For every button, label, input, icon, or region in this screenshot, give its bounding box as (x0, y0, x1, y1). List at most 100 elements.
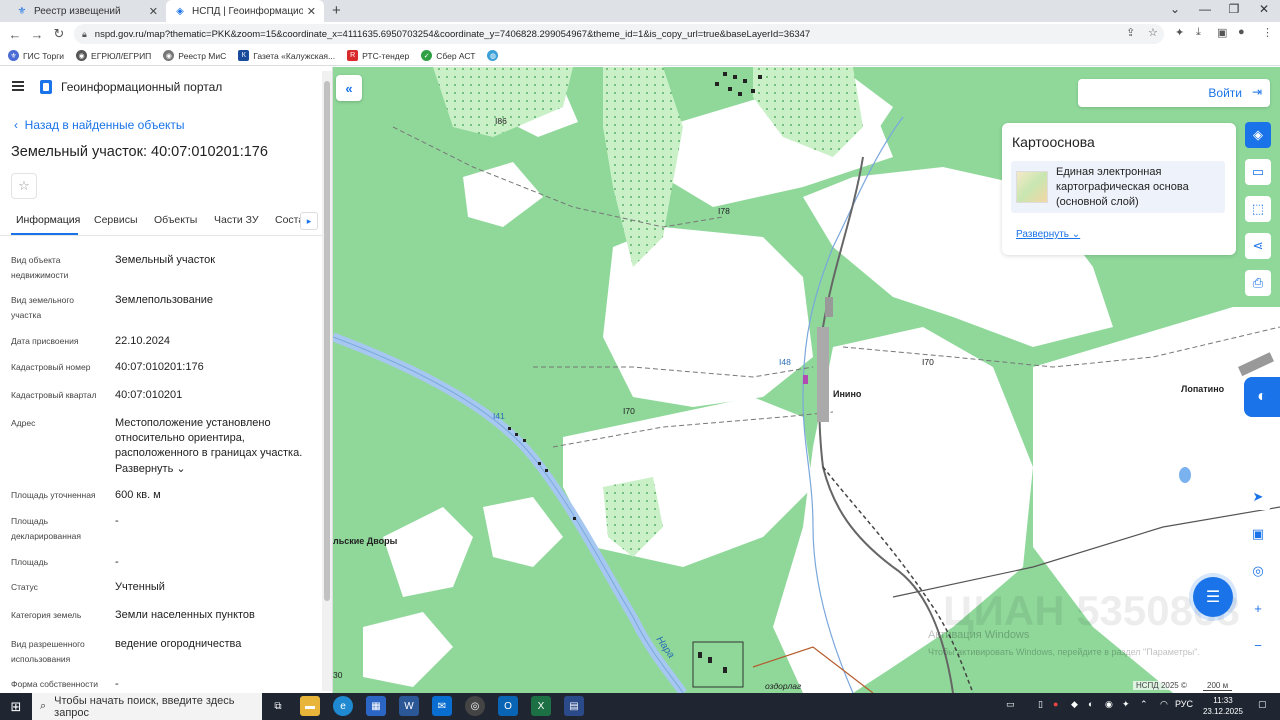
bookmark-sber-ast[interactable]: ✓ Сбер АСТ (421, 50, 475, 61)
field-label: Адрес (11, 418, 36, 428)
maximize-button[interactable]: ❐ (1219, 2, 1249, 16)
tray-app-icon[interactable]: ✦ (1122, 699, 1130, 710)
task-view-icon[interactable]: ⧉ (268, 696, 288, 716)
panel-header: Геоинформационный портал (0, 67, 322, 107)
sidebar-icon[interactable]: ▣ (1217, 26, 1227, 39)
panel-scrollbar[interactable] (322, 71, 332, 691)
menu-dots-icon[interactable]: ⋮ (1262, 26, 1273, 39)
basemap-expand-link[interactable]: Развернуть ⌄ (1016, 229, 1080, 240)
tray-battery-icon[interactable]: ▯ (1038, 699, 1043, 710)
minimize-button[interactable]: — (1190, 2, 1220, 16)
tab-services[interactable]: Сервисы (94, 214, 138, 226)
scrollbar-thumb[interactable] (324, 81, 330, 601)
search-placeholder: Чтобы начать поиск, введите здесь запрос (54, 694, 235, 719)
tray-app-icon[interactable]: ▭ (1006, 699, 1015, 710)
download-icon[interactable]: ⤓ (1196, 26, 1201, 39)
minimap-icon: ▣ (1251, 526, 1265, 541)
address-expand-link[interactable]: Развернуть ⌄ (115, 462, 315, 477)
tray-chevron-icon[interactable]: ⌃ (1140, 699, 1148, 710)
basemap-layer-item[interactable]: Единая электронная картографическая осно… (1011, 161, 1225, 213)
reload-icon[interactable]: ↻ (48, 26, 70, 42)
location-pin-icon: ◎ (1252, 563, 1264, 578)
taskbar-clock[interactable]: 11:33 23.12.2025 (1198, 695, 1248, 717)
field-value: ведение огородничества (115, 638, 242, 650)
basemap-thumbnail (1016, 171, 1048, 203)
map-canvas[interactable]: I86 I78 I70 I70 I41 I48 Инино Лопатино л… (333, 67, 1280, 693)
field-label: Кадастровый квартал (11, 390, 97, 400)
mail-icon[interactable]: ✉ (432, 696, 452, 716)
extensions-icon[interactable]: ✦ (1175, 26, 1184, 39)
geolocation-button[interactable]: ◎ (1245, 558, 1271, 584)
bookmark-extra[interactable]: ◍ (487, 50, 502, 61)
field-value: 22.10.2024 (115, 335, 171, 347)
bookmark-egrul[interactable]: ◉ ЕГРЮЛ/ЕГРИП (76, 50, 151, 61)
tray-language-label[interactable]: РУС (1175, 699, 1193, 709)
ruler-tool-button[interactable]: ▭ (1245, 159, 1271, 185)
tray-app-icon[interactable]: ◆ (1071, 699, 1078, 710)
tab-objects[interactable]: Объекты (154, 214, 197, 226)
chrome-icon[interactable]: ◎ (465, 696, 485, 716)
favorite-star-button[interactable]: ☆ (11, 173, 37, 199)
tray-app-icon[interactable]: ◉ (1105, 699, 1113, 710)
calculator-icon[interactable]: ▤ (564, 696, 584, 716)
word-icon[interactable]: W (399, 696, 419, 716)
notifications-icon[interactable]: ▢ (1258, 699, 1267, 710)
bookmark-rts-tender[interactable]: R РТС-тендер (347, 50, 409, 61)
object-info-panel: Геоинформационный портал ‹ Назад в найде… (0, 67, 333, 693)
field-value: Местоположение установлено относительно … (115, 417, 303, 459)
file-explorer-icon[interactable]: ▬ (300, 696, 320, 716)
tab-parts[interactable]: Части ЗУ (214, 214, 259, 226)
hamburger-menu-icon[interactable] (12, 81, 24, 91)
field-label: Дата присвоения (11, 336, 79, 346)
login-label: Войти (1208, 86, 1242, 100)
edge-icon[interactable]: e (333, 696, 353, 716)
forward-arrow-icon[interactable]: → (26, 27, 48, 42)
windows-start-button[interactable]: ⊞ (0, 693, 32, 720)
excel-icon[interactable]: X (531, 696, 551, 716)
url-input[interactable]: 🔒︎ nspd.gov.ru/map?thematic=PKK&zoom=15&… (74, 24, 1164, 44)
new-tab-button[interactable]: + (332, 2, 341, 19)
rts-icon: R (347, 50, 359, 61)
tab-information[interactable]: Информация (16, 214, 80, 226)
assistant-logo-icon[interactable]: ◐ (1244, 377, 1280, 417)
area-select-button[interactable]: ⬚ (1245, 196, 1271, 222)
back-arrow-icon[interactable]: ← (4, 27, 26, 42)
profile-icon[interactable]: ● (1238, 26, 1245, 38)
zoom-out-button[interactable]: − (1245, 632, 1271, 658)
bookmark-globe-icon: ◍ (487, 50, 499, 61)
layers-tool-button[interactable]: ◈ (1245, 122, 1271, 148)
collapse-panel-button[interactable]: « (336, 75, 362, 101)
zoom-in-button[interactable]: + (1245, 595, 1271, 621)
login-button[interactable]: Войти ⇥ (1078, 79, 1270, 107)
tray-app-icon[interactable]: ● (1053, 699, 1058, 709)
tray-network-icon[interactable]: ◠ (1160, 699, 1168, 710)
pond (1179, 467, 1191, 483)
bookmark-star-icon[interactable]: ☆ (1148, 26, 1158, 39)
close-window-button[interactable]: ✕ (1249, 2, 1279, 16)
taskbar-search-input[interactable]: ⌕ Чтобы начать поиск, введите здесь запр… (32, 693, 262, 720)
chat-button[interactable]: ☰ (1193, 577, 1233, 617)
share-button[interactable]: ⋖ (1245, 233, 1271, 259)
minimap-button[interactable]: ▣ (1245, 521, 1271, 547)
bookmark-gazeta[interactable]: К Газета «Калужская... (238, 50, 335, 61)
field-label: Вид земельного участка (11, 295, 75, 320)
bookmark-reestr-mis[interactable]: ◉ Реестр МиС (163, 50, 226, 61)
browser-tab-nspd[interactable]: ◈ НСПД | Геоинформационный п ✕ (166, 0, 324, 22)
print-button[interactable]: ⎙ (1245, 270, 1271, 296)
clock-time: 11:33 (1213, 696, 1233, 705)
store-icon[interactable]: ▦ (366, 696, 386, 716)
locate-button[interactable]: ➤ (1245, 484, 1271, 510)
share-icon[interactable]: ⇪ (1126, 26, 1135, 39)
land-plot-marker (803, 375, 808, 384)
bookmark-gis-torgi[interactable]: ⚜ ГИС Торги (8, 50, 64, 61)
browser-tab-bar: ⚜ Реестр извещений ✕ ◈ НСПД | Геоинформа… (0, 0, 1280, 22)
portal-logo-icon (40, 80, 52, 94)
tabs-scroll-right-button[interactable]: ▸ (300, 212, 318, 230)
back-to-results-link[interactable]: ‹ Назад в найденные объекты (14, 118, 185, 132)
tab-close-icon[interactable]: ✕ (307, 5, 316, 18)
outlook-icon[interactable]: O (498, 696, 518, 716)
tray-app-icon[interactable]: ◐ (1088, 699, 1093, 709)
tab-close-icon[interactable]: ✕ (149, 5, 158, 18)
browser-tab-registry[interactable]: ⚜ Реестр извещений ✕ (8, 0, 166, 22)
tab-search-icon[interactable]: ⌄ (1160, 2, 1190, 16)
